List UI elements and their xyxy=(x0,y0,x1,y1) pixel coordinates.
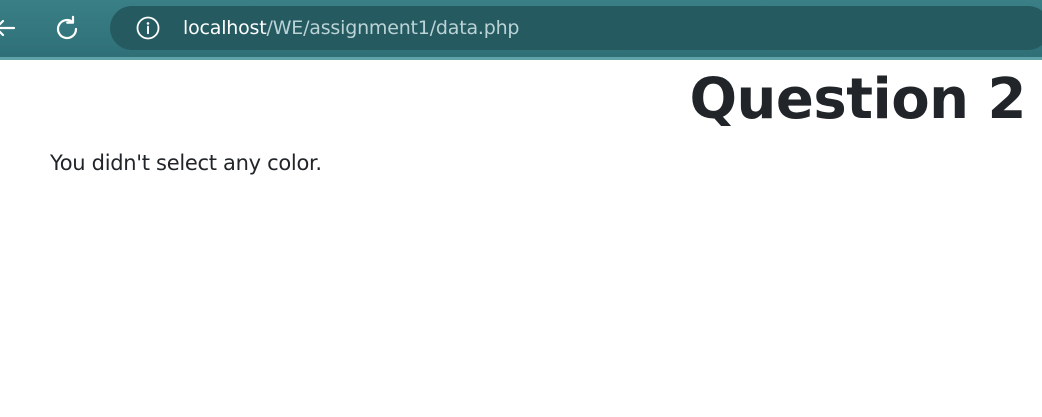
toolbar-divider xyxy=(0,57,1042,60)
status-message: You didn't select any color. xyxy=(50,151,322,175)
info-icon[interactable] xyxy=(136,16,160,40)
browser-toolbar: localhost/WE/assignment1/data.php xyxy=(0,0,1042,57)
url-path: /WE/assignment1/data.php xyxy=(266,17,520,39)
arrow-left-icon[interactable] xyxy=(0,14,20,42)
address-bar[interactable]: localhost/WE/assignment1/data.php xyxy=(110,6,1042,50)
url-host: localhost xyxy=(183,17,267,39)
url-text[interactable]: localhost/WE/assignment1/data.php xyxy=(183,15,519,41)
refresh-icon[interactable] xyxy=(52,14,82,44)
page-title: Question 2 xyxy=(689,67,1026,132)
